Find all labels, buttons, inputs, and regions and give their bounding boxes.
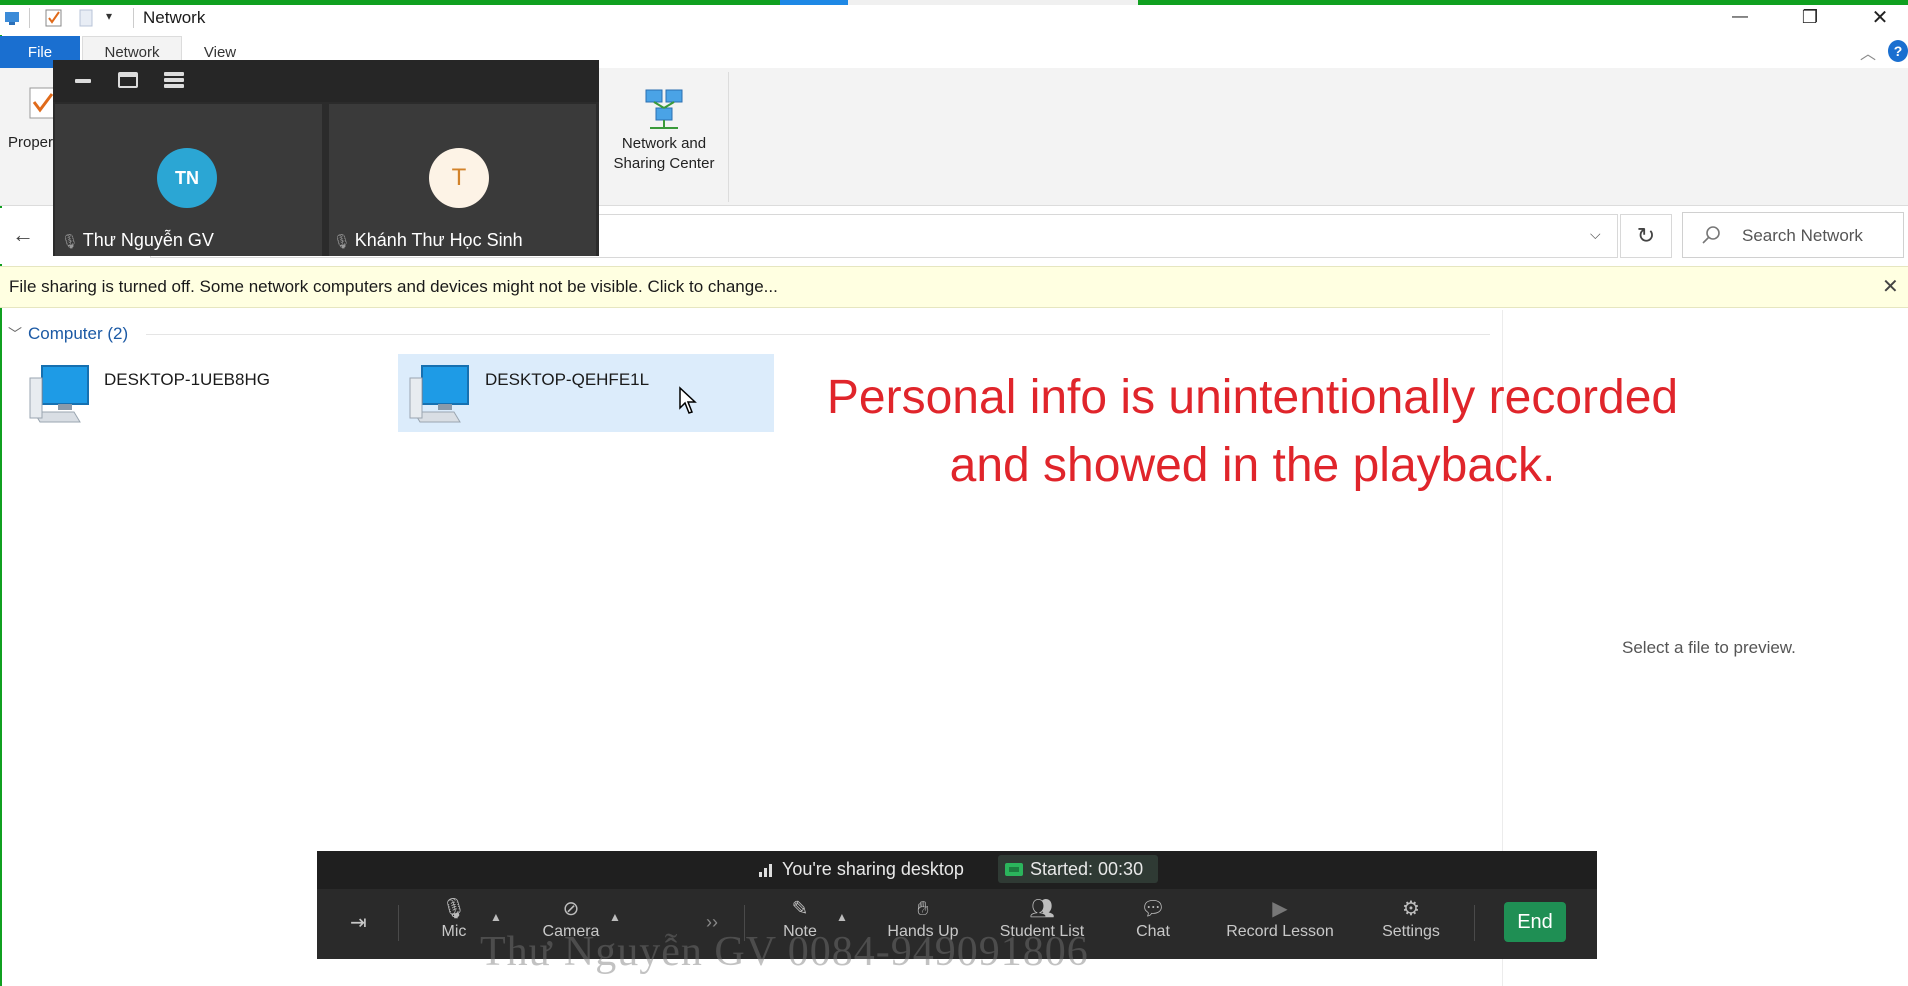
address-dropdown-icon[interactable]: ⌵ <box>1590 226 1601 243</box>
settings-label: Settings <box>1382 923 1440 940</box>
people-icon: 👥︎ <box>1029 898 1055 920</box>
participant-name-row: 🎙︎ Khánh Thư Học Sinh <box>333 230 523 251</box>
list-item-computer-selected[interactable]: DESKTOP-QEHFE1L <box>398 354 774 432</box>
participant-name-row: 🎙︎ Thư Nguyễn GV <box>61 230 214 251</box>
new-folder-quick-icon[interactable] <box>78 8 94 28</box>
group-divider <box>146 334 1490 335</box>
close-button[interactable]: ✕ <box>1852 2 1908 32</box>
video-panel-speaker-view-icon[interactable] <box>118 72 138 88</box>
annotation-line-1: Personal info is unintentionally recorde… <box>826 371 1679 424</box>
close-icon: ✕ <box>1871 6 1889 29</box>
raised-hand-icon: ✋︎ <box>917 898 929 920</box>
toolbar-separator <box>1474 905 1475 941</box>
mic-options-caret-icon[interactable]: ▲ <box>490 910 502 924</box>
signal-strength-icon <box>759 864 772 877</box>
search-placeholder: Search Network <box>1742 226 1863 245</box>
group-collapse-chevron-icon[interactable]: ﹀ <box>8 324 22 344</box>
computer-name: DESKTOP-QEHFE1L <box>485 370 650 389</box>
chat-label: Chat <box>1136 923 1170 940</box>
properties-quick-icon[interactable] <box>44 8 64 28</box>
title-bar <box>0 5 1908 35</box>
note-options-caret-icon[interactable]: ▲ <box>836 910 848 924</box>
minimize-icon: — <box>1732 8 1748 25</box>
collapse-toolbar-icon[interactable]: ⇥ <box>350 910 367 935</box>
annotation-line-2: and showed in the playback. <box>949 439 1556 492</box>
computer-icon <box>409 365 469 423</box>
preview-pane-text: Select a file to preview. <box>1622 638 1796 657</box>
participant-avatar: TN <box>157 148 217 208</box>
participant-name: Khánh Thư Học Sinh <box>354 230 523 250</box>
record-lesson-label: Record Lesson <box>1226 923 1334 940</box>
settings-button[interactable]: ⚙︎ Settings <box>1376 895 1446 941</box>
network-sharing-center-icon <box>645 89 683 129</box>
gear-icon: ⚙︎ <box>1402 898 1420 920</box>
muted-mic-icon: 🎙︎ <box>333 233 351 249</box>
list-item-computer[interactable]: DESKTOP-1UEB8HG <box>18 354 398 434</box>
infobar-close-icon[interactable]: ✕ <box>1882 274 1899 299</box>
end-meeting-button[interactable]: End <box>1504 902 1566 942</box>
camera-options-caret-icon[interactable]: ▲ <box>609 910 621 924</box>
search-icon <box>1702 226 1720 244</box>
muted-mic-icon: 🎙︎ <box>61 233 79 249</box>
camera-off-icon: ⊘ <box>562 898 580 920</box>
network-app-icon <box>5 12 19 25</box>
pencil-icon: ✎ <box>791 898 809 920</box>
mouse-cursor-icon <box>679 386 697 414</box>
participant-tile[interactable]: T 🎙︎ Khánh Thư Học Sinh <box>329 104 596 256</box>
video-panel-gallery-view-icon[interactable] <box>164 72 184 88</box>
annotation-overlay: Personal info is unintentionally recorde… <box>780 364 1725 500</box>
collapse-ribbon-icon[interactable]: ︿ <box>1860 40 1876 64</box>
mic-button[interactable]: 🎙︎ Mic <box>432 895 476 941</box>
mic-label: Mic <box>441 923 467 940</box>
chat-bubble-icon: 💬︎ <box>1140 898 1166 920</box>
network-sharing-center-label-1: Network and <box>621 135 707 152</box>
computer-name: DESKTOP-1UEB8HG <box>104 370 270 389</box>
participant-initials: T <box>451 164 467 191</box>
minimize-button[interactable]: — <box>1712 2 1768 32</box>
group-header-computer[interactable]: Computer (2) <box>28 324 128 344</box>
sharing-desktop-text: You're sharing desktop <box>782 859 964 879</box>
ribbon-separator <box>728 72 729 202</box>
restore-button[interactable]: ❐ <box>1782 2 1838 32</box>
mic-muted-icon: 🎙︎ <box>441 898 467 920</box>
participant-tile[interactable]: TN 🎙︎ Thư Nguyễn GV <box>55 104 322 256</box>
participant-initials: TN <box>175 167 199 188</box>
recording-started-text: Started: 00:30 <box>1030 859 1144 879</box>
toolbar-separator <box>398 905 399 941</box>
refresh-icon: ↻ <box>1636 223 1656 248</box>
chat-button[interactable]: 💬︎ Chat <box>1128 895 1178 941</box>
participant-name: Thư Nguyễn GV <box>82 230 214 250</box>
network-sharing-center-button[interactable]: Network and Sharing Center <box>600 80 728 190</box>
participant-avatar: T <box>429 148 489 208</box>
infobar-text[interactable]: File sharing is turned off. Some network… <box>9 277 778 297</box>
network-sharing-center-label-2: Sharing Center <box>613 155 715 172</box>
record-lesson-button[interactable]: ▶︎ Record Lesson <box>1222 895 1338 941</box>
restore-icon: ❐ <box>1801 6 1819 27</box>
help-icon[interactable]: ? <box>1888 40 1908 62</box>
properties-button-label[interactable]: Proper <box>8 134 53 151</box>
watermark-text: Thư Nguyễn GV 0084-949091806 <box>480 929 1089 975</box>
recording-calendar-icon <box>1005 863 1023 876</box>
back-arrow-icon[interactable]: ← <box>12 222 34 248</box>
refresh-button[interactable]: ↻ <box>1620 214 1672 258</box>
video-panel-minimize-icon[interactable] <box>74 72 92 90</box>
computer-icon <box>29 365 89 423</box>
window-title: Network <box>143 8 206 27</box>
video-camera-icon: ▶︎ <box>1272 898 1288 920</box>
customize-quick-access-icon[interactable]: ▾ <box>106 9 112 23</box>
